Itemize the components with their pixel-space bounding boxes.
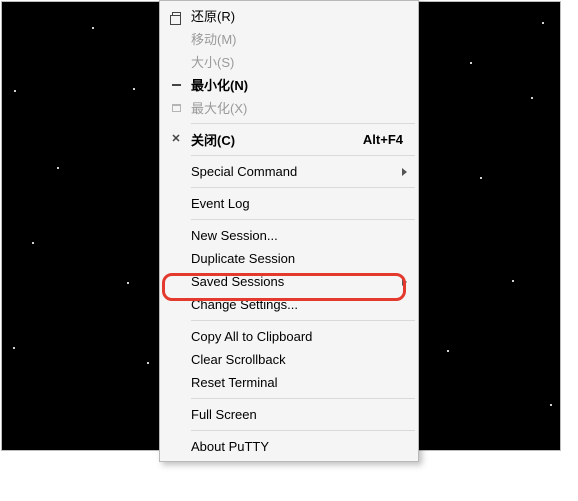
menu-about[interactable]: About PuTTY (161, 435, 417, 458)
menu-label: Change Settings... (191, 297, 417, 312)
menu-maximize: 最大化(X) (161, 96, 417, 119)
menu-label: Special Command (191, 164, 417, 179)
menu-separator (191, 219, 415, 220)
menu-change-settings[interactable]: Change Settings... (161, 293, 417, 316)
menu-label: Reset Terminal (191, 375, 417, 390)
menu-special-command[interactable]: Special Command (161, 160, 417, 183)
menu-label: New Session... (191, 228, 417, 243)
menu-restore[interactable]: 还原(R) (161, 4, 417, 27)
menu-copy-all[interactable]: Copy All to Clipboard (161, 325, 417, 348)
menu-size: 大小(S) (161, 50, 417, 73)
menu-saved-sessions[interactable]: Saved Sessions (161, 270, 417, 293)
menu-label: Full Screen (191, 407, 417, 422)
maximize-icon (161, 104, 191, 112)
menu-separator (191, 398, 415, 399)
menu-full-screen[interactable]: Full Screen (161, 403, 417, 426)
menu-clear-scrollback[interactable]: Clear Scrollback (161, 348, 417, 371)
minimize-icon (161, 84, 191, 86)
menu-label: 还原(R) (191, 6, 417, 25)
menu-label: Saved Sessions (191, 274, 417, 289)
menu-label: About PuTTY (191, 439, 417, 454)
menu-duplicate-session[interactable]: Duplicate Session (161, 247, 417, 270)
menu-close[interactable]: ✕ 关闭(C) Alt+F4 (161, 128, 417, 151)
menu-separator (191, 187, 415, 188)
menu-label: Event Log (191, 196, 417, 211)
menu-separator (191, 155, 415, 156)
menu-label: Duplicate Session (191, 251, 417, 266)
menu-separator (191, 430, 415, 431)
menu-label: 移动(M) (191, 29, 417, 48)
menu-label: Copy All to Clipboard (191, 329, 417, 344)
menu-label: 最大化(X) (191, 98, 417, 117)
menu-label: 大小(S) (191, 52, 417, 71)
menu-label: 关闭(C) (191, 130, 363, 149)
close-icon: ✕ (161, 134, 191, 145)
menu-event-log[interactable]: Event Log (161, 192, 417, 215)
restore-icon (161, 12, 191, 20)
menu-separator (191, 123, 415, 124)
menu-label: 最小化(N) (191, 75, 417, 94)
menu-move: 移动(M) (161, 27, 417, 50)
submenu-arrow-icon (402, 278, 407, 286)
menu-separator (191, 320, 415, 321)
menu-minimize[interactable]: 最小化(N) (161, 73, 417, 96)
menu-label: Clear Scrollback (191, 352, 417, 367)
menu-reset-terminal[interactable]: Reset Terminal (161, 371, 417, 394)
menu-new-session[interactable]: New Session... (161, 224, 417, 247)
menu-accelerator: Alt+F4 (363, 132, 417, 147)
submenu-arrow-icon (402, 168, 407, 176)
system-menu: 还原(R) 移动(M) 大小(S) 最小化(N) 最大化(X) ✕ 关闭(C) … (159, 0, 419, 462)
